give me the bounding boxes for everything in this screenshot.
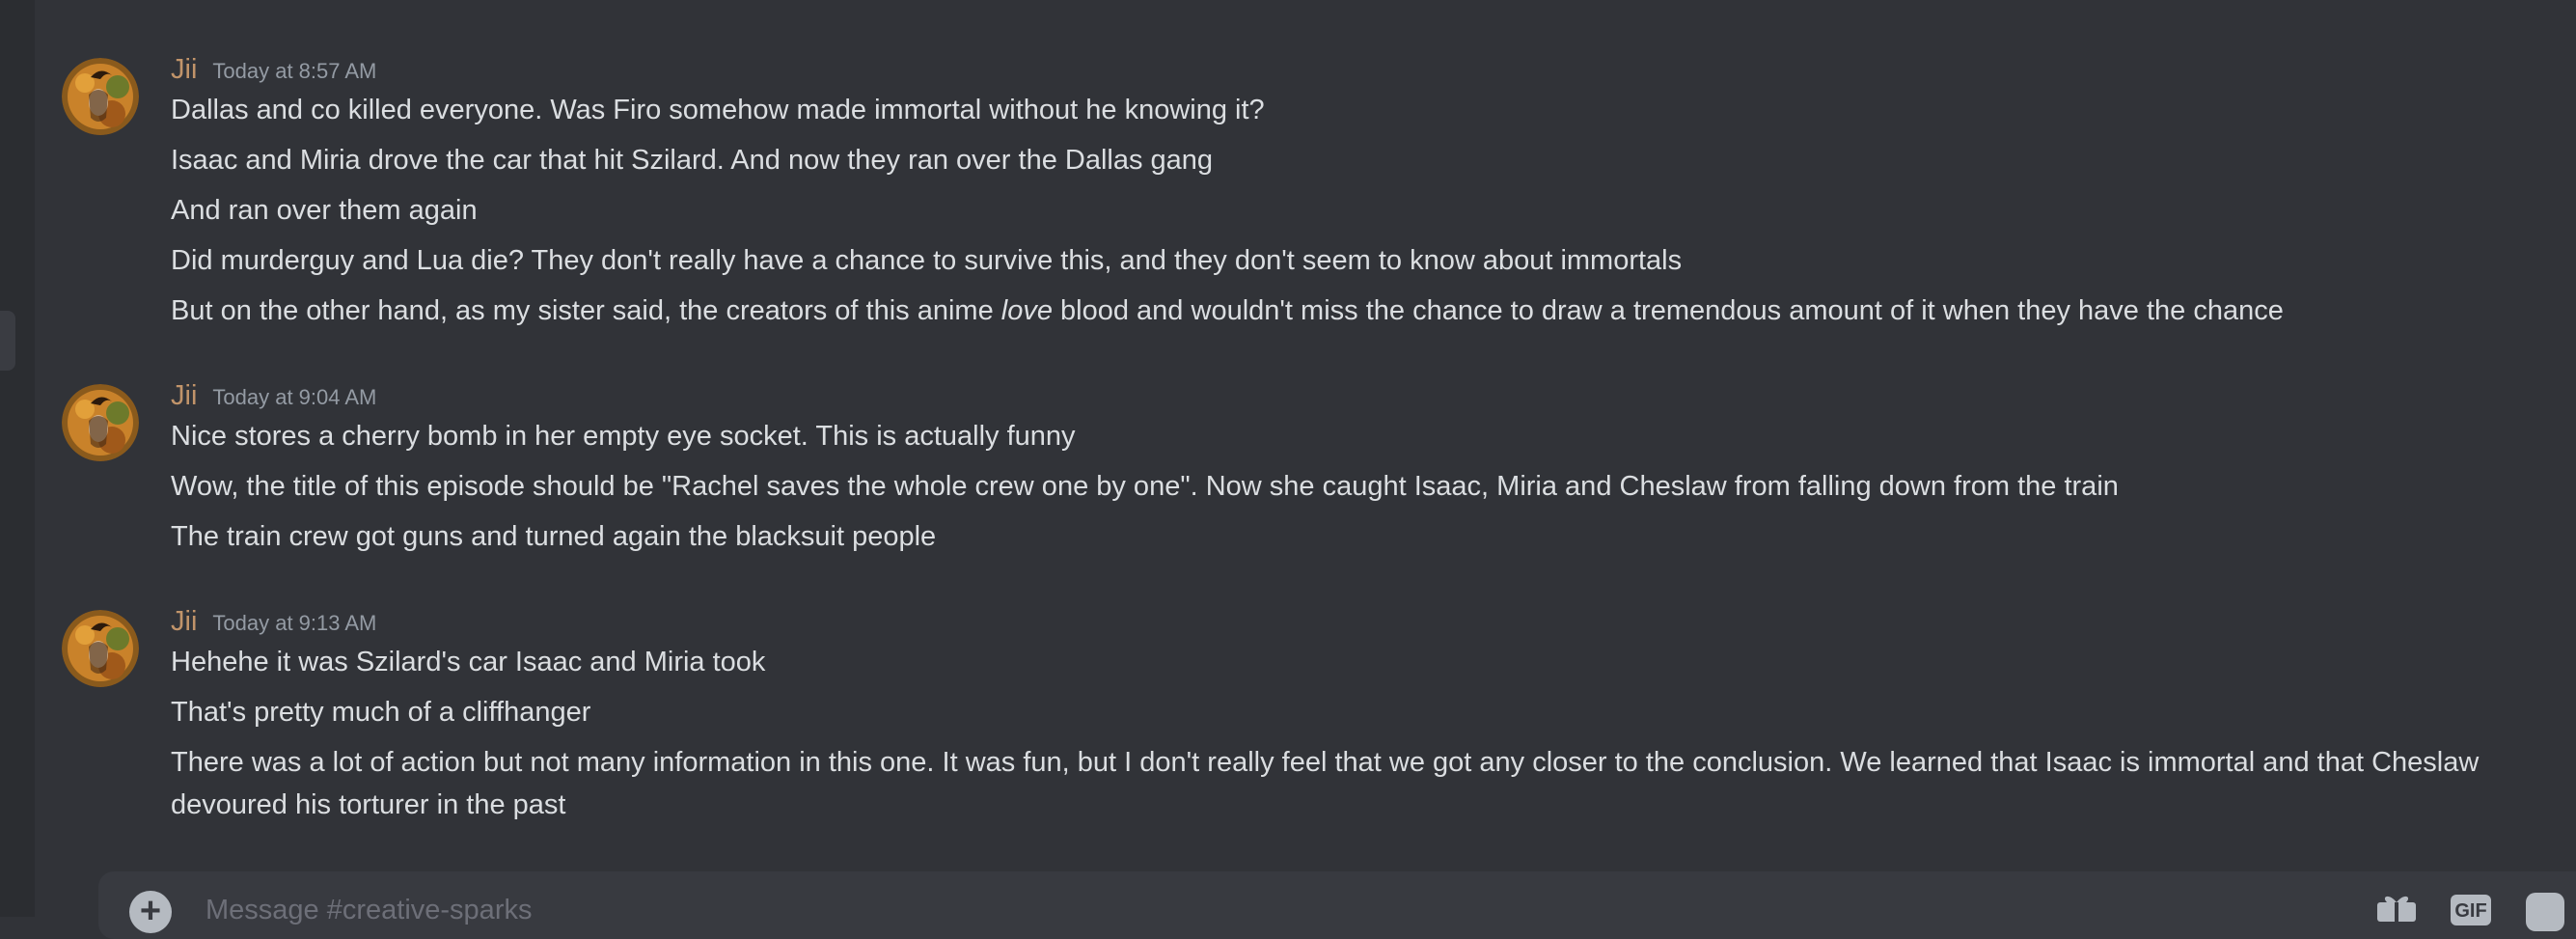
avatar[interactable] — [62, 384, 139, 461]
message-line: Isaac and Miria drove the car that hit S… — [171, 145, 1214, 176]
message-header: Jii Today at 8:57 AM — [171, 50, 376, 89]
message-header: Jii Today at 9:13 AM — [171, 602, 376, 641]
avatar-image — [62, 384, 139, 461]
message-line: The train crew got guns and turned again… — [171, 521, 937, 552]
avatar-image — [62, 58, 139, 135]
plus-circle-icon[interactable]: + — [129, 891, 172, 933]
author-name[interactable]: Jii — [171, 50, 197, 89]
message-line: Wow, the title of this episode should be… — [171, 471, 2119, 502]
message-line: Nice stores a cherry bomb in her empty e… — [171, 421, 1076, 452]
author-name[interactable]: Jii — [171, 602, 197, 641]
timestamp[interactable]: Today at 8:57 AM — [212, 59, 376, 84]
message-text: blood and wouldn't miss the chance to dr… — [1052, 295, 2284, 326]
sticker-icon[interactable] — [2526, 893, 2564, 931]
avatar[interactable] — [62, 58, 139, 135]
message-line: And ran over them again — [171, 195, 478, 226]
gift-icon[interactable] — [2375, 893, 2418, 922]
message-input[interactable]: Message #creative-sparks — [206, 895, 532, 926]
avatar-image — [62, 610, 139, 687]
emphasized-text: love — [1000, 295, 1053, 326]
message-line: Dallas and co killed everyone. Was Firo … — [171, 95, 1265, 125]
message-header: Jii Today at 9:04 AM — [171, 376, 376, 415]
message-line: There was a lot of action but not many i… — [171, 747, 2480, 820]
message-list: Jii Today at 8:57 AM Dallas and co kille… — [35, 0, 2576, 939]
message-line: Did murderguy and Lua die? They don't re… — [171, 245, 1683, 276]
message-line: That's pretty much of a cliffhanger — [171, 697, 591, 728]
avatar[interactable] — [62, 610, 139, 687]
timestamp[interactable]: Today at 9:13 AM — [212, 611, 376, 636]
message-composer[interactable]: + Message #creative-sparks GIF — [98, 871, 2576, 939]
message-line: Hehehe it was Szilard's car Isaac and Mi… — [171, 647, 766, 677]
message-text: But on the other hand, as my sister said… — [171, 295, 1001, 326]
timestamp[interactable]: Today at 9:04 AM — [212, 385, 376, 410]
message-line: But on the other hand, as my sister said… — [171, 290, 2554, 332]
server-sidebar-edge — [0, 0, 35, 917]
gif-button[interactable]: GIF — [2451, 895, 2491, 925]
author-name[interactable]: Jii — [171, 376, 197, 415]
unread-indicator — [0, 311, 15, 371]
